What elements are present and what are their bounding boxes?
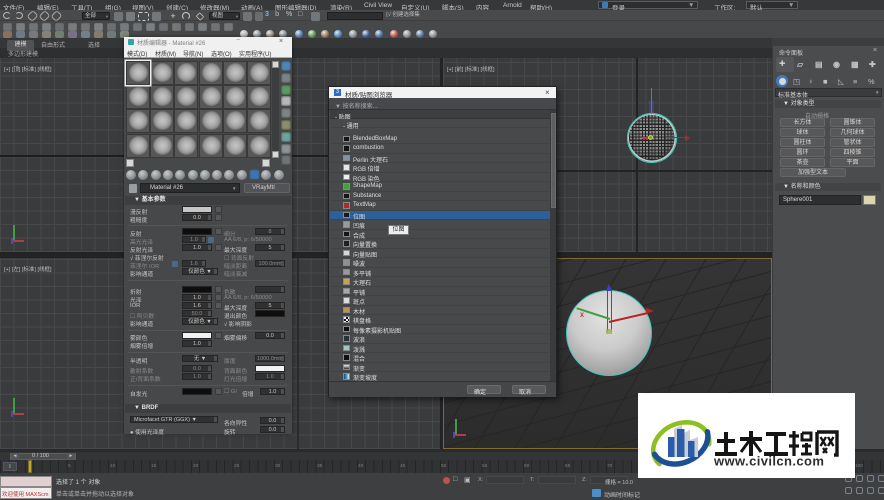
- svg-text:www.civilcn.com: www.civilcn.com: [713, 454, 824, 469]
